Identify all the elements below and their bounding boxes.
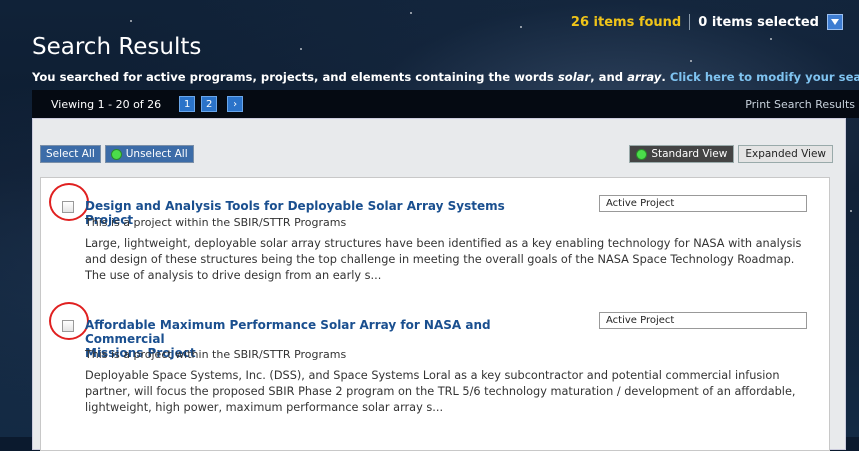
result-title-line1: Affordable Maximum Performance Solar Arr… (85, 318, 491, 346)
page-1-button[interactable]: 1 (179, 96, 196, 112)
search-summary-period: . (661, 70, 670, 84)
result-description: Deployable Space Systems, Inc. (DSS), an… (85, 369, 796, 414)
selection-summary: 26 items found 0 items selected (571, 14, 843, 30)
unselect-all-label: Unselect All (125, 148, 188, 160)
status-dot-icon (110, 148, 122, 160)
standard-view-button[interactable]: Standard View (629, 145, 735, 163)
view-toggle: Standard View Expanded View (629, 145, 833, 163)
select-all-label: Select All (46, 148, 95, 160)
viewing-range: Viewing 1 - 20 of 26 (51, 97, 162, 111)
page-2-button[interactable]: 2 (201, 96, 218, 112)
results-list: Design and Analysis Tools for Deployable… (40, 177, 830, 451)
next-page-button[interactable]: › (227, 96, 244, 112)
search-summary-prefix: You searched for active programs, projec… (32, 70, 558, 84)
divider (689, 14, 691, 30)
results-panel: Select All Unselect All Standard View Ex… (32, 118, 846, 451)
items-found-count: 26 items found (570, 14, 682, 30)
dropdown-arrow-icon[interactable] (827, 14, 843, 30)
search-summary-and: , and (590, 70, 628, 84)
expanded-view-label: Expanded View (745, 148, 826, 160)
unselect-all-button[interactable]: Unselect All (104, 145, 194, 163)
search-term-array: array (627, 70, 662, 84)
selection-toolbar: Select All Unselect All (40, 145, 194, 163)
modify-search-link[interactable]: Click here to modify your search. (670, 70, 859, 84)
result-subtitle: This is a project within the SBIR/STTR P… (85, 216, 347, 229)
search-term-solar: solar (557, 70, 591, 84)
result-checkbox[interactable] (62, 320, 74, 332)
status-badge: Active Project (599, 312, 807, 329)
search-summary: You searched for active programs, projec… (32, 70, 859, 84)
expanded-view-button[interactable]: Expanded View (738, 145, 833, 163)
standard-view-label: Standard View (651, 148, 728, 160)
result-description: Large, lightweight, deployable solar arr… (85, 237, 802, 282)
result-checkbox[interactable] (62, 201, 74, 213)
result-subtitle: This is a project within the SBIR/STTR P… (85, 348, 347, 361)
pagination-bar: Viewing 1 - 20 of 26 1 2 › Print Search … (32, 90, 859, 118)
page-title: Search Results (32, 34, 202, 60)
active-dot-icon (636, 148, 648, 160)
select-all-button[interactable]: Select All (40, 145, 101, 163)
print-search-results-link[interactable]: Print Search Results (745, 98, 855, 111)
status-badge: Active Project (599, 195, 807, 212)
items-selected-count[interactable]: 0 items selected (698, 15, 819, 30)
